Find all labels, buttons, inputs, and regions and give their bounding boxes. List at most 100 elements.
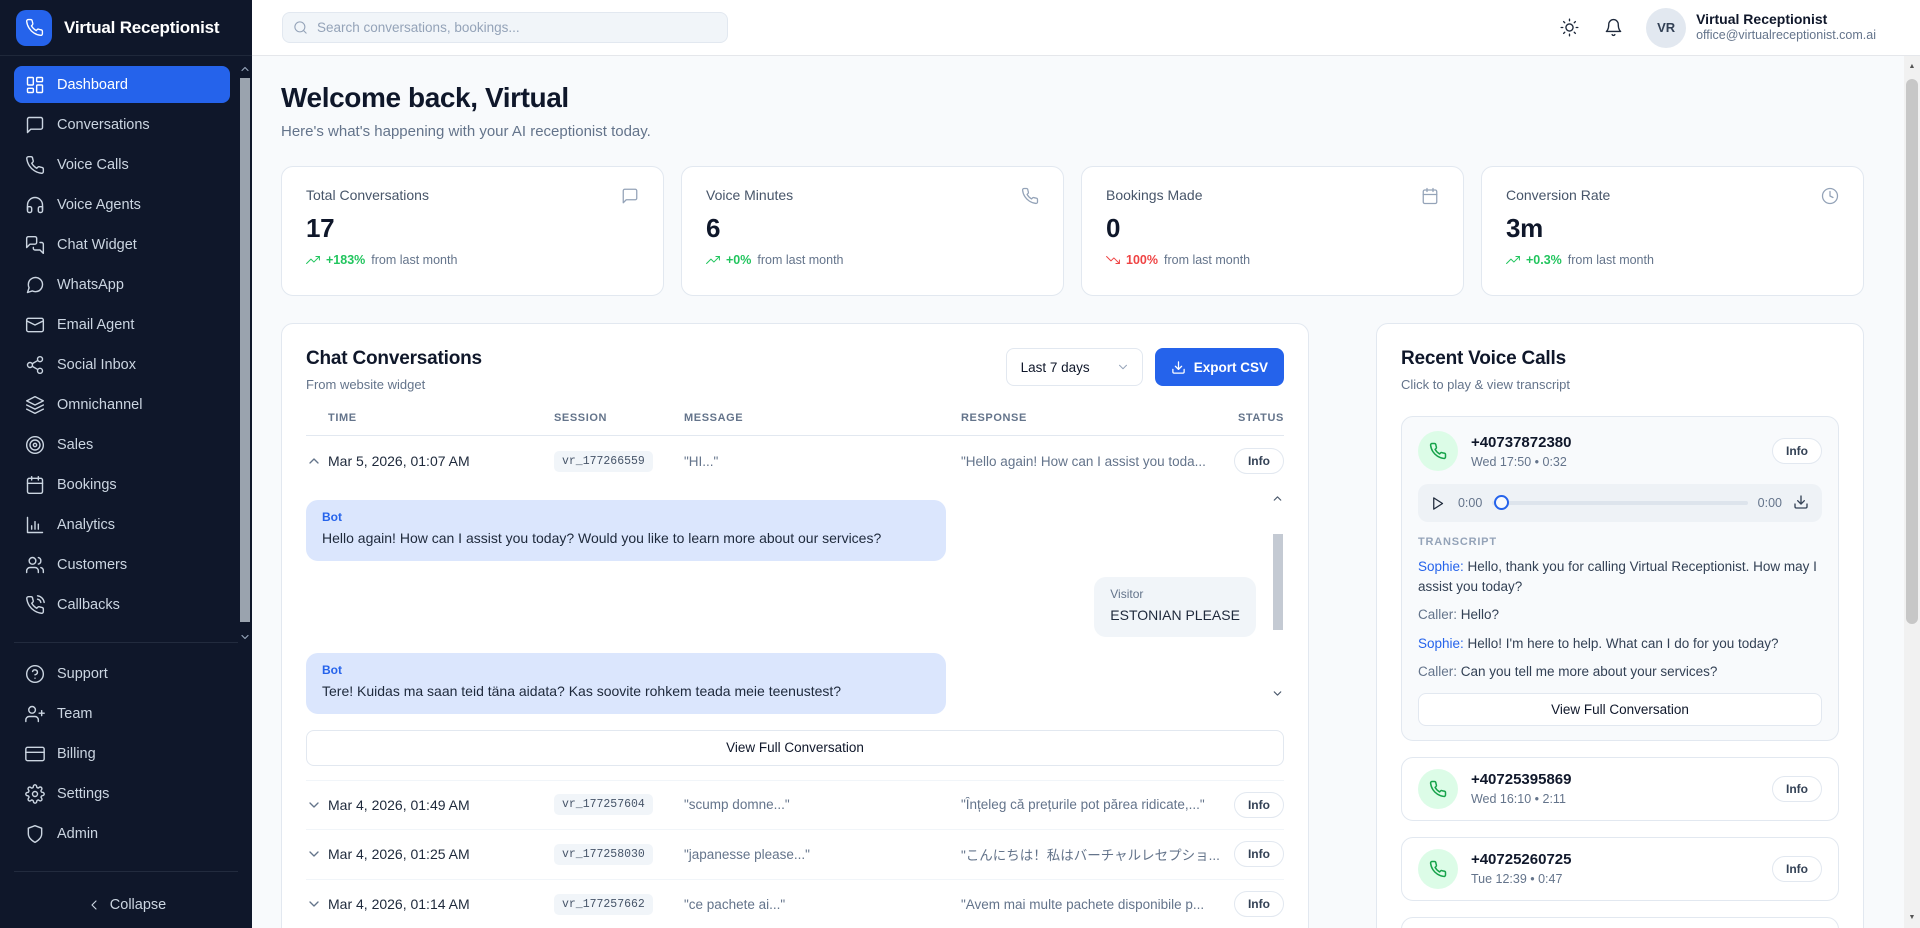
theme-toggle-button[interactable] [1552,11,1586,45]
info-button[interactable]: Info [1772,856,1822,882]
collapse-sidebar-button[interactable]: Collapse [0,882,252,928]
export-csv-button[interactable]: Export CSV [1155,348,1284,386]
sidebar-item-admin[interactable]: Admin [14,815,230,852]
sidebar-item-label: Admin [57,826,98,842]
download-recording-button[interactable] [1792,494,1810,512]
seek-slider-knob[interactable] [1494,495,1509,510]
info-button[interactable]: Info [1772,438,1822,464]
bubble-text: ESTONIAN PLEASE [1110,606,1240,626]
stat-trend-note: from last month [371,253,457,267]
sidebar-item-billing[interactable]: Billing [14,735,230,772]
sidebar-nav-secondary: Support Team Billing Settings Admin [0,653,252,861]
voice-panel-subtitle: Click to play & view transcript [1401,377,1839,392]
sidebar-item-voice-agents[interactable]: Voice Agents [14,186,230,223]
sidebar-item-team[interactable]: Team [14,695,230,732]
sidebar-item-customers[interactable]: Customers [14,546,230,583]
row-response: "Avem mai multe pachete disponibile p... [961,897,1220,912]
column-header-session: SESSION [554,412,684,424]
phone-icon [1021,187,1039,205]
voice-call-card[interactable]: +40725260725 Tue 12:39 • 0:47 Info [1401,837,1839,901]
row-time: Mar 4, 2026, 01:14 AM [328,896,554,912]
sidebar-item-voice-calls[interactable]: Voice Calls [14,146,230,183]
scroll-down-arrow[interactable]: ▼ [1904,909,1920,926]
stat-value: 6 [706,213,1039,244]
search-container [282,12,728,43]
stat-label: Voice Minutes [706,187,793,203]
conversation-scrollbar[interactable] [1270,492,1284,700]
transcript-line: Caller: Can you tell me more about your … [1418,662,1822,682]
sidebar-item-label: Conversations [57,117,150,133]
search-input[interactable] [282,12,728,43]
sidebar-item-email-agent[interactable]: Email Agent [14,306,230,343]
page-scrollbar[interactable]: ▲ ▼ [1904,56,1920,928]
scroll-up-arrow[interactable]: ▲ [1904,58,1920,75]
transcript-text: Can you tell me more about your services… [1461,664,1718,679]
chevron-down-icon[interactable] [306,896,322,912]
view-full-conversation-button[interactable]: View Full Conversation [306,730,1284,766]
layers-icon [25,395,45,415]
conversation-scrollbar-thumb[interactable] [1273,534,1283,630]
sidebar-scroll-down-arrow[interactable] [239,630,251,642]
sidebar-item-label: Bookings [57,477,117,493]
info-button[interactable]: Info [1234,792,1284,818]
sidebar-item-label: WhatsApp [57,277,124,293]
play-button[interactable] [1430,494,1448,512]
scroll-up-arrow[interactable] [1271,492,1284,505]
page-scrollbar-thumb[interactable] [1906,79,1918,624]
transcript-line: Sophie: Hello! I'm here to help. What ca… [1418,634,1822,654]
calendar-icon [25,475,45,495]
call-number: +40725395869 [1471,771,1572,788]
sidebar-item-dashboard[interactable]: Dashboard [14,66,230,103]
sidebar-item-whatsapp[interactable]: WhatsApp [14,266,230,303]
chevron-down-icon[interactable] [306,797,322,813]
sidebar-item-label: Omnichannel [57,397,142,413]
sidebar-footer: Collapse [0,861,252,928]
gear-icon [25,784,45,804]
clock-icon [1821,187,1839,205]
row-response: "Înțeleg că prețurile pot părea ridicate… [961,797,1220,812]
chevron-up-icon[interactable] [306,453,322,469]
audio-player: 0:00 0:00 [1418,484,1822,522]
table-row[interactable]: Mar 5, 2026, 01:07 AM vr_177266559 "HI..… [306,436,1284,486]
seek-slider[interactable] [1492,501,1747,505]
message-circle-icon [25,275,45,295]
view-full-conversation-button[interactable]: View Full Conversation [1418,693,1822,726]
voice-call-card-partial[interactable] [1401,917,1839,928]
table-row[interactable]: Mar 4, 2026, 01:14 AM vr_177257662 "ce p… [306,880,1284,928]
info-button[interactable]: Info [1772,776,1822,802]
sidebar-item-support[interactable]: Support [14,655,230,692]
sidebar-item-social-inbox[interactable]: Social Inbox [14,346,230,383]
voice-call-card[interactable]: +40737872380 Wed 17:50 • 0:32 Info [1401,416,1839,741]
sidebar-item-analytics[interactable]: Analytics [14,506,230,543]
expanded-conversation: Bot Hello again! How can I assist you to… [306,486,1284,766]
sidebar-item-conversations[interactable]: Conversations [14,106,230,143]
sidebar-item-chat-widget[interactable]: Chat Widget [14,226,230,263]
stat-trend-value: 100% [1126,253,1158,267]
info-button[interactable]: Info [1234,891,1284,917]
table-row[interactable]: Mar 4, 2026, 01:49 AM vr_177257604 "scum… [306,780,1284,830]
row-time: Mar 4, 2026, 01:25 AM [328,846,554,862]
sidebar-item-bookings[interactable]: Bookings [14,466,230,503]
info-button[interactable]: Info [1234,841,1284,867]
date-range-value: Last 7 days [1021,360,1090,375]
download-icon [1171,360,1186,375]
scroll-down-arrow[interactable] [1271,687,1284,700]
voice-call-card[interactable]: +40725395869 Wed 16:10 • 2:11 Info [1401,757,1839,821]
chevron-down-icon[interactable] [306,846,322,862]
transcript-text: Hello, thank you for calling Virtual Rec… [1418,559,1817,594]
sidebar-item-sales[interactable]: Sales [14,426,230,463]
phone-logo-icon [25,18,44,37]
sidebar-item-callbacks[interactable]: Callbacks [14,586,230,623]
date-range-select[interactable]: Last 7 days [1006,348,1143,386]
main-area: VR Virtual Receptionist office@virtualre… [252,0,1920,928]
sidebar-item-settings[interactable]: Settings [14,775,230,812]
sidebar-scrollbar-thumb[interactable] [240,78,250,622]
bell-icon [1604,18,1623,37]
sidebar-item-omnichannel[interactable]: Omnichannel [14,386,230,423]
table-header: TIME SESSION MESSAGE RESPONSE STATUS [306,412,1284,436]
notifications-button[interactable] [1596,11,1630,45]
user-avatar[interactable]: VR [1646,8,1686,48]
table-row[interactable]: Mar 4, 2026, 01:25 AM vr_177258030 "japa… [306,830,1284,880]
sidebar-scroll-up-arrow[interactable] [239,62,251,74]
info-button[interactable]: Info [1234,448,1284,474]
